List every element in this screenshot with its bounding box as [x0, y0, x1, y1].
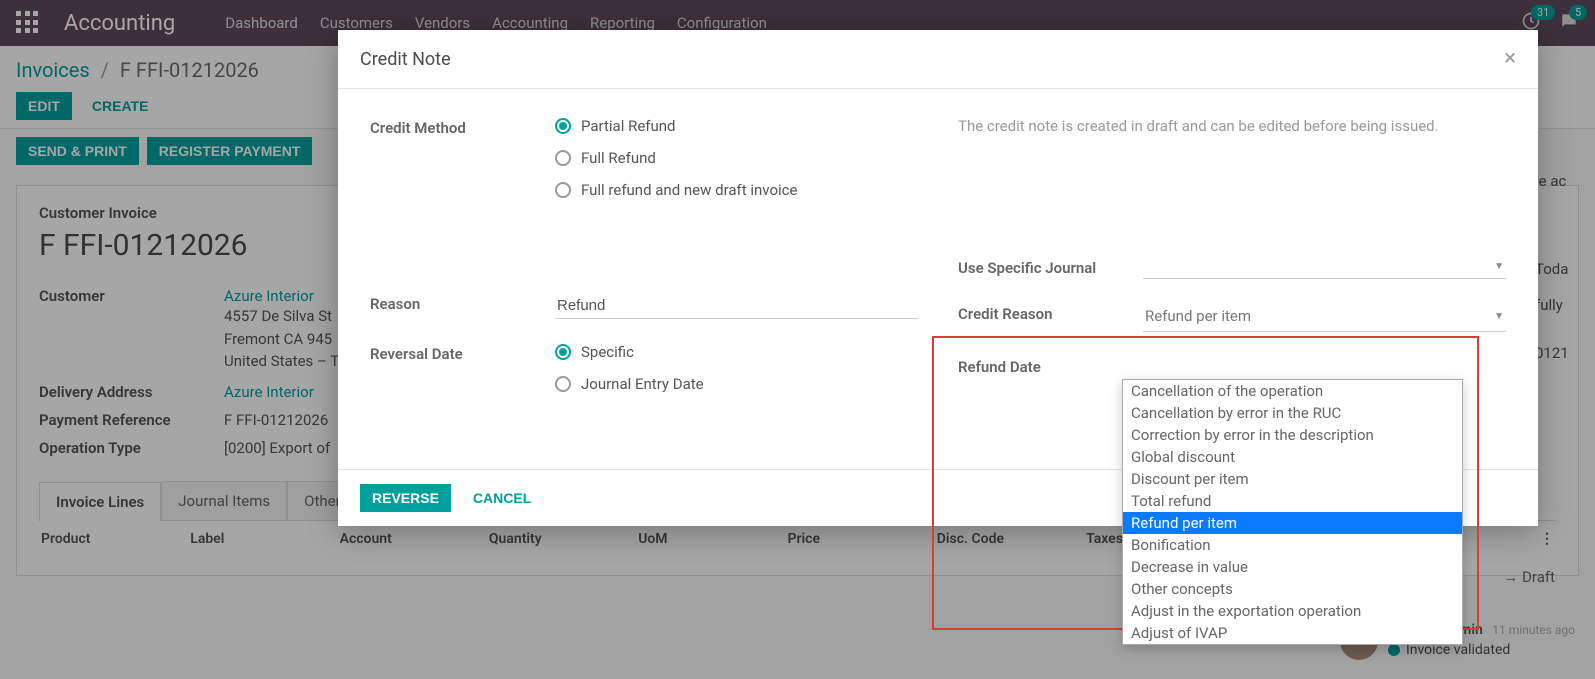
modal-title: Credit Note — [360, 49, 451, 70]
radio-icon — [555, 344, 571, 360]
journal-label: Use Specific Journal — [958, 257, 1143, 277]
chevron-down-icon: ▼ — [1494, 261, 1504, 272]
credit-reason-dropdown[interactable]: Cancellation of the operationCancellatio… — [1122, 379, 1463, 645]
reason-label: Reason — [370, 293, 555, 313]
radio-journal-entry-date[interactable]: Journal Entry Date — [555, 375, 918, 393]
reversal-date-label: Reversal Date — [370, 343, 555, 363]
modal-helptext: The credit note is created in draft and … — [958, 117, 1506, 135]
chevron-down-icon: ▼ — [1494, 311, 1504, 322]
dropdown-option[interactable]: Adjust in the exportation operation — [1123, 600, 1462, 622]
radio-partial-refund[interactable]: Partial Refund — [555, 117, 918, 135]
cancel-button[interactable]: CANCEL — [461, 484, 543, 512]
reason-input[interactable] — [555, 293, 918, 319]
reverse-button[interactable]: REVERSE — [360, 484, 451, 512]
journal-select[interactable]: ▼ — [1143, 257, 1506, 279]
radio-icon — [555, 376, 571, 392]
close-icon[interactable]: × — [1504, 48, 1516, 70]
radio-full-refund[interactable]: Full Refund — [555, 149, 918, 167]
dropdown-option[interactable]: Other concepts — [1123, 578, 1462, 600]
dropdown-option[interactable]: Discount per item — [1123, 468, 1462, 490]
dropdown-option[interactable]: Global discount — [1123, 446, 1462, 468]
dropdown-option[interactable]: Decrease in value — [1123, 556, 1462, 578]
refund-date-label: Refund Date — [958, 356, 1143, 376]
dropdown-option[interactable]: Total refund — [1123, 490, 1462, 512]
dropdown-option[interactable]: Cancellation of the operation — [1123, 380, 1462, 402]
radio-icon — [555, 118, 571, 134]
radio-icon — [555, 182, 571, 198]
dropdown-option[interactable]: Correction by error in the description — [1123, 424, 1462, 446]
dropdown-option[interactable]: Bonification — [1123, 534, 1462, 556]
credit-reason-label: Credit Reason — [958, 303, 1143, 323]
dropdown-option[interactable]: Cancellation by error in the RUC — [1123, 402, 1462, 424]
radio-full-refund-draft[interactable]: Full refund and new draft invoice — [555, 181, 918, 199]
dropdown-option[interactable]: Adjust of IVAP — [1123, 622, 1462, 644]
radio-specific[interactable]: Specific — [555, 343, 918, 361]
credit-method-label: Credit Method — [370, 117, 555, 137]
dropdown-option[interactable]: Refund per item — [1123, 512, 1462, 534]
radio-icon — [555, 150, 571, 166]
credit-reason-select[interactable]: Refund per item ▼ — [1143, 303, 1506, 332]
